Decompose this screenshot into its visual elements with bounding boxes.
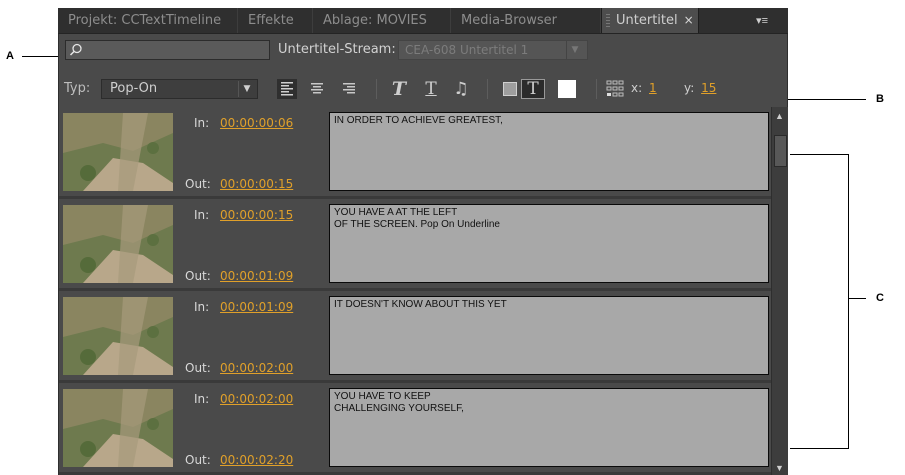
- out-label: Out:: [185, 177, 211, 191]
- y-position: y: 15: [684, 81, 716, 95]
- y-position-value[interactable]: 15: [701, 81, 716, 95]
- align-center-icon: [311, 83, 323, 94]
- callout-c-label: C: [876, 292, 884, 304]
- tab-effects-label: Effekte: [248, 13, 294, 28]
- align-center-button[interactable]: [307, 79, 327, 99]
- in-timecode[interactable]: 00:00:01:09: [220, 300, 293, 314]
- search-input[interactable]: [65, 40, 270, 60]
- scroll-up-icon[interactable]: ▲: [775, 111, 784, 121]
- tab-bin-movies[interactable]: Ablage: MOVIES: [313, 8, 451, 33]
- out-label: Out:: [185, 269, 211, 283]
- tab-media-browser-label: Media-Browser: [461, 13, 557, 28]
- caption-row[interactable]: In: 00:00:00:15 Out: 00:00:01:09 YOU HAV…: [59, 199, 771, 291]
- chevron-down-icon: ▼: [566, 41, 583, 59]
- chevron-down-icon: ▼: [238, 81, 255, 97]
- tab-captions[interactable]: Untertitel ×: [601, 8, 699, 33]
- caption-thumbnail: [63, 113, 173, 191]
- caption-type-value: Pop-On: [110, 81, 158, 96]
- scroll-down-icon[interactable]: ▼: [775, 463, 784, 473]
- music-note-button[interactable]: ♫: [450, 79, 472, 99]
- caption-row[interactable]: In: 00:00:00:06 Out: 00:00:00:15 IN ORDE…: [59, 107, 771, 199]
- out-timecode[interactable]: 00:00:02:00: [220, 361, 293, 375]
- callout-c-line-bottom: [790, 448, 848, 449]
- in-timecode[interactable]: 00:00:00:06: [220, 116, 293, 130]
- text-color-swatch-button[interactable]: [500, 79, 520, 99]
- position-grid-button[interactable]: [604, 79, 626, 99]
- tab-grip-icon: [606, 13, 610, 28]
- caption-stream-select[interactable]: CEA-608 Untertitel 1 ▼: [398, 40, 588, 60]
- in-label: In:: [194, 208, 210, 222]
- x-position: x: 1: [631, 81, 657, 95]
- toolbar-divider: [376, 79, 377, 99]
- type-label: Typ:: [64, 81, 91, 96]
- caption-stream-value: CEA-608 Untertitel 1: [405, 43, 529, 57]
- out-timecode[interactable]: 00:00:01:09: [220, 269, 293, 283]
- in-label: In:: [194, 300, 210, 314]
- caption-row[interactable]: In: 00:00:01:09 Out: 00:00:02:00 IT DOES…: [59, 291, 771, 383]
- caption-text-box[interactable]: IT DOESN'T KNOW ABOUT THIS YET: [329, 296, 769, 375]
- in-label: In:: [194, 116, 210, 130]
- panel-menu-icon[interactable]: ▾≡: [756, 14, 768, 27]
- callout-a-label: A: [6, 50, 14, 62]
- in-label: In:: [194, 392, 210, 406]
- callout-c-line-pointer: [848, 298, 866, 299]
- caption-thumbnail: [63, 205, 173, 283]
- callout-b-label: B: [876, 93, 884, 105]
- toolbar-divider: [487, 79, 488, 99]
- align-left-icon: [281, 82, 293, 96]
- align-left-button[interactable]: [277, 79, 297, 99]
- caption-list: In: 00:00:00:06 Out: 00:00:00:15 IN ORDE…: [59, 107, 771, 475]
- caption-stream-label: Untertitel-Stream:: [278, 42, 396, 57]
- x-position-value[interactable]: 1: [649, 81, 657, 95]
- tab-bar: Projekt: CCTextTimeline Effekte Ablage: …: [58, 8, 788, 34]
- out-label: Out:: [185, 361, 211, 375]
- caption-thumbnail: [63, 389, 173, 467]
- toolbar-divider: [596, 79, 597, 99]
- background-text-button[interactable]: T: [521, 79, 545, 99]
- in-timecode[interactable]: 00:00:02:00: [220, 392, 293, 406]
- caption-text-box[interactable]: YOU HAVE TO KEEP CHALLENGING YOURSELF,: [329, 388, 769, 467]
- out-timecode[interactable]: 00:00:00:15: [220, 177, 293, 191]
- in-timecode[interactable]: 00:00:00:15: [220, 208, 293, 222]
- tab-project-label: Projekt: CCTextTimeline: [68, 13, 222, 28]
- tab-project[interactable]: Projekt: CCTextTimeline: [58, 8, 238, 33]
- position-grid-icon: [606, 80, 624, 97]
- y-position-label: y:: [684, 81, 695, 95]
- out-timecode[interactable]: 00:00:02:20: [220, 453, 293, 467]
- vertical-scrollbar[interactable]: ▲ ▼: [771, 107, 788, 475]
- tab-media-browser[interactable]: Media-Browser: [451, 8, 601, 33]
- tab-captions-label: Untertitel: [616, 13, 678, 28]
- caption-thumbnail: [63, 297, 173, 375]
- tab-effects[interactable]: Effekte: [238, 8, 313, 33]
- italic-button[interactable]: T: [388, 79, 410, 99]
- x-position-label: x:: [631, 81, 643, 95]
- out-label: Out:: [185, 453, 211, 467]
- align-right-button[interactable]: [339, 79, 359, 99]
- callout-c-line-top: [790, 154, 848, 155]
- caption-type-select[interactable]: Pop-On ▼: [101, 79, 258, 99]
- callout-b-line: [786, 99, 866, 100]
- align-right-icon: [343, 83, 355, 94]
- background-color-swatch-button[interactable]: [556, 79, 578, 99]
- tab-bin-movies-label: Ablage: MOVIES: [323, 13, 427, 28]
- scrollbar-thumb[interactable]: [774, 135, 787, 167]
- text-color-swatch: [503, 82, 517, 96]
- magnifier-icon: [69, 43, 82, 56]
- caption-text-box[interactable]: YOU HAVE A AT THE LEFT OF THE SCREEN. Po…: [329, 204, 769, 283]
- caption-row[interactable]: In: 00:00:02:00 Out: 00:00:02:20 YOU HAV…: [59, 383, 771, 475]
- caption-text-box[interactable]: IN ORDER TO ACHIEVE GREATEST,: [329, 112, 769, 191]
- background-color-swatch: [558, 80, 576, 98]
- callout-c-line-vertical: [848, 154, 849, 449]
- close-tab-icon[interactable]: ×: [684, 13, 694, 27]
- underline-button[interactable]: T: [420, 79, 442, 99]
